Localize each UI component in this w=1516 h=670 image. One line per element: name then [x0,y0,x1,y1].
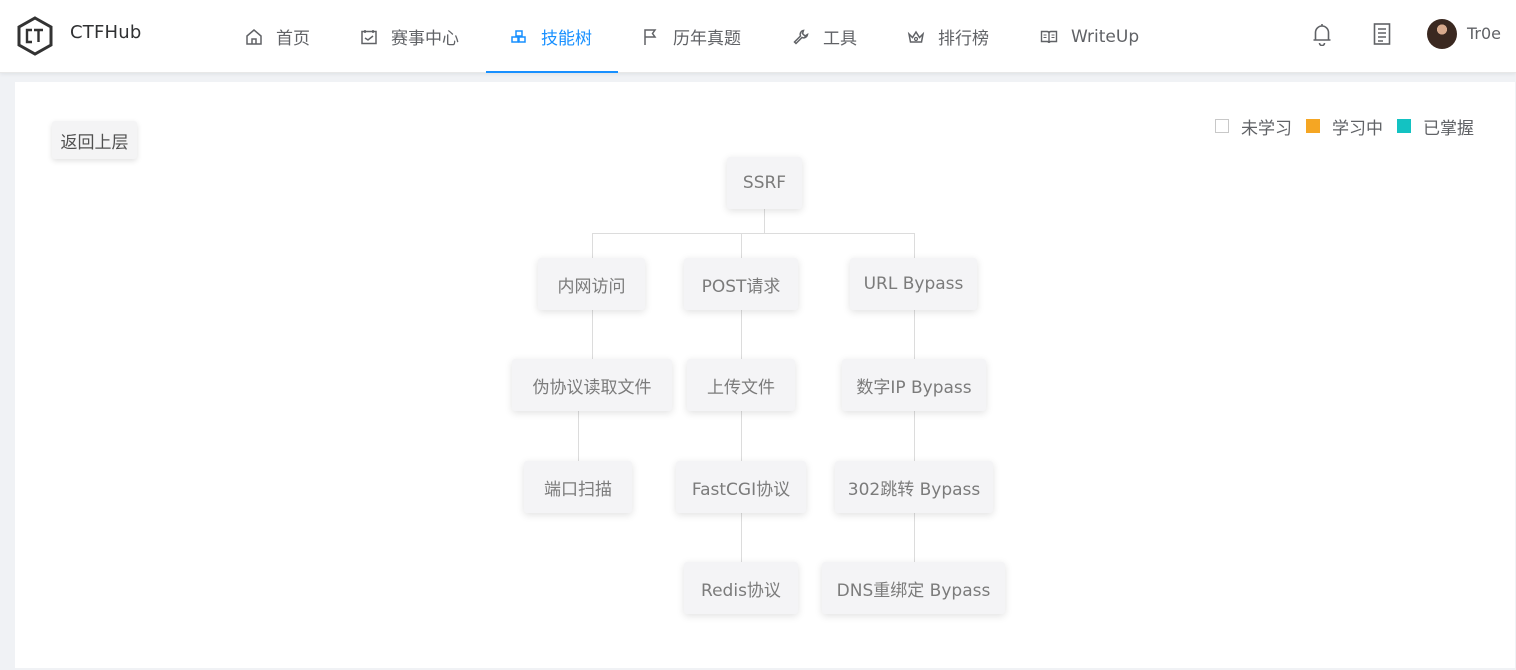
crown-icon [907,30,925,43]
legend-label: 未学习 [1241,118,1292,139]
legend-item-not-learned: 未学习 [1215,116,1292,139]
nav-item-label: 技能树 [541,29,592,49]
skill-node[interactable]: URL Bypass [850,258,977,310]
wrench-icon [793,29,809,45]
skill-node[interactable]: POST请求 [684,258,798,310]
avatar[interactable] [1427,19,1457,49]
legend-item-mastered: 已掌握 [1397,116,1474,139]
skill-tree-icon [511,29,526,43]
nav-item-writeup[interactable]: WriteUp [1040,0,1139,73]
tree-connector [741,233,742,258]
active-tab-indicator [486,71,618,73]
document-icon[interactable] [1371,22,1393,46]
tree-connector [578,410,579,461]
flag-icon [644,28,657,45]
skill-node[interactable]: 上传文件 [687,359,795,411]
tree-connector [914,233,915,258]
home-icon [246,28,262,45]
skill-node[interactable]: FastCGI协议 [676,461,806,513]
nav-item-events[interactable]: 赛事中心 [360,0,459,73]
nav-item-label: 工具 [823,29,857,49]
book-icon [1040,30,1058,43]
skill-node[interactable]: 302跳转 Bypass [835,461,993,513]
calendar-icon [361,29,377,44]
back-button[interactable]: 返回上层 [52,121,137,159]
nav-item-skill-tree[interactable]: 技能树 [510,0,592,73]
tree-connector [741,309,742,359]
tree-connector [741,410,742,461]
skill-node[interactable]: 内网访问 [538,258,645,310]
nav-item-label: 历年真题 [673,29,741,49]
username[interactable]: Tr0e [1467,24,1501,43]
top-navigation-bar: CTFHub 首页 赛事中心 技能树 历年真题 工具 排行榜 WriteUp T… [0,0,1516,73]
skill-node[interactable]: Redis协议 [684,562,798,614]
tree-connector [914,410,915,461]
nav-item-label: 排行榜 [938,29,989,49]
legend-label: 已掌握 [1423,118,1474,139]
brand-name[interactable]: CTFHub [70,22,142,43]
tree-connector [914,512,915,562]
skill-node[interactable]: 数字IP Bypass [842,359,986,411]
tree-connector [592,309,593,359]
ctfhub-logo-icon[interactable] [17,16,53,56]
tree-connector [764,208,765,234]
skill-node-root[interactable]: SSRF [727,157,802,209]
tree-connector [741,512,742,562]
tree-connector [914,309,915,359]
skill-node[interactable]: DNS重绑定 Bypass [822,562,1005,614]
legend-swatch [1215,119,1229,133]
tree-connector [592,233,593,258]
nav-item-label: WriteUp [1071,26,1140,47]
skill-node[interactable]: 端口扫描 [524,461,632,513]
nav-item-label: 首页 [276,29,310,49]
bell-icon[interactable] [1311,22,1333,46]
legend-swatch [1397,119,1411,133]
legend-label: 学习中 [1332,118,1383,139]
legend-item-learning: 学习中 [1306,116,1383,139]
nav-item-past-problems[interactable]: 历年真题 [642,0,741,73]
nav-item-leaderboard[interactable]: 排行榜 [907,0,989,73]
tree-connector [592,233,915,234]
nav-item-home[interactable]: 首页 [245,0,310,73]
legend-swatch [1306,119,1320,133]
nav-item-label: 赛事中心 [391,29,459,49]
nav-item-tools[interactable]: 工具 [792,0,857,73]
skill-node[interactable]: 伪协议读取文件 [512,359,672,411]
